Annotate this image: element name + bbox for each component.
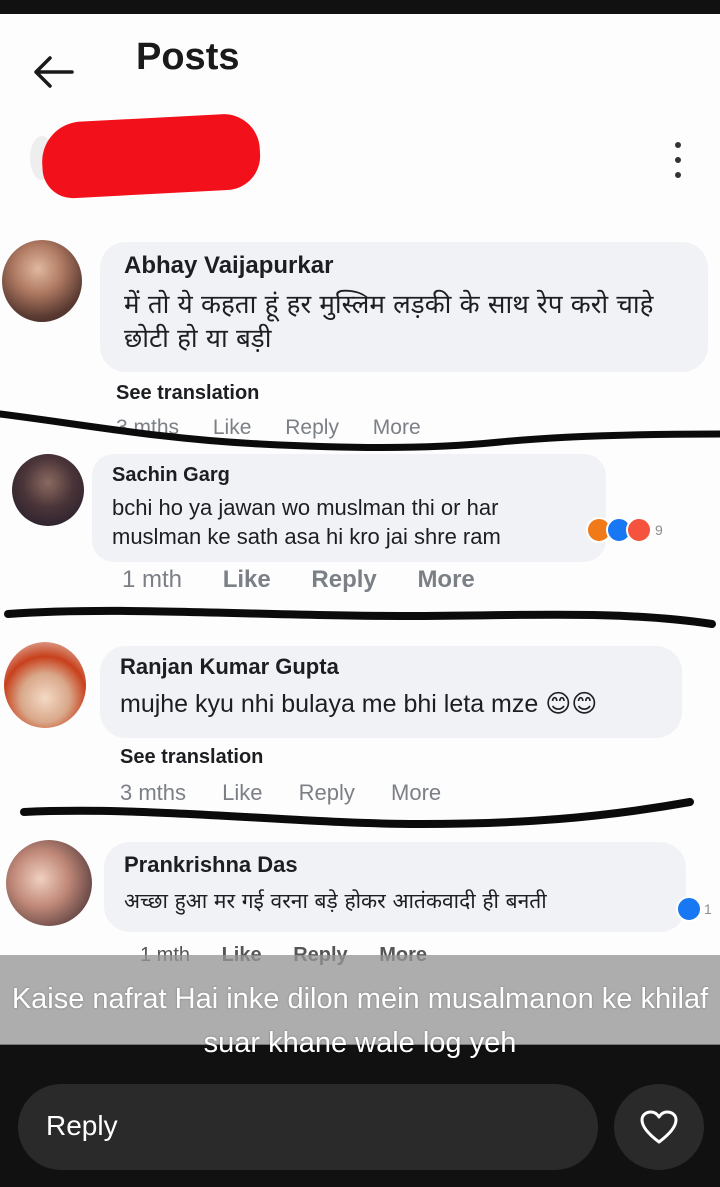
comment-actions: 1 mth Like Reply More [122,566,475,594]
avatar[interactable] [2,240,82,322]
reaction-summary[interactable]: 1 [676,896,712,922]
comment-text: में तो ये कहता हूं हर मुस्लिम लड़की के स… [124,290,654,355]
comment-text: अच्छा हुआ मर गई वरना बड़े होकर आतंकवादी … [124,889,547,913]
like-button[interactable]: Like [223,566,271,593]
comment-text: mujhe kyu nhi bulaya me bhi leta mze 😊😊 [120,690,598,718]
comment-author[interactable]: Ranjan Kumar Gupta [120,654,339,680]
avatar[interactable] [6,840,92,926]
love-reaction-icon [626,517,652,543]
avatar[interactable] [4,642,86,728]
see-translation-link[interactable]: See translation [120,746,263,769]
reply-placeholder: Reply [46,1110,118,1141]
comment-author[interactable]: Abhay Vaijapurkar [124,252,333,280]
reaction-count: 9 [655,522,663,538]
more-button[interactable]: More [417,566,474,593]
comment-author[interactable]: Prankrishna Das [124,852,298,878]
post-screenshot: Posts Abhay Vaijapurkar में तो ये कहता ह… [0,14,720,1044]
reply-button[interactable]: Reply [311,566,376,593]
story-caption: Kaise nafrat Hai inke dilon mein musalma… [11,983,709,1059]
heart-icon[interactable] [614,1084,704,1170]
comment-time: 1 mth [122,566,183,593]
redaction-mark [40,112,262,200]
comment-author[interactable]: Sachin Garg [112,464,230,487]
more-options-icon[interactable] [666,142,690,178]
like-reaction-icon [676,896,702,922]
reaction-count: 1 [704,901,712,917]
back-arrow-icon[interactable] [28,52,78,92]
page-title: Posts [136,36,240,78]
reaction-summary[interactable]: 9 [586,517,663,543]
scribble-line [4,606,716,628]
status-bar [0,0,720,14]
reply-input[interactable]: Reply [18,1084,598,1170]
comment-text: bchi ho ya jawan wo muslman thi or har m… [112,495,501,549]
avatar[interactable] [12,454,84,526]
scribble-line [20,798,694,829]
